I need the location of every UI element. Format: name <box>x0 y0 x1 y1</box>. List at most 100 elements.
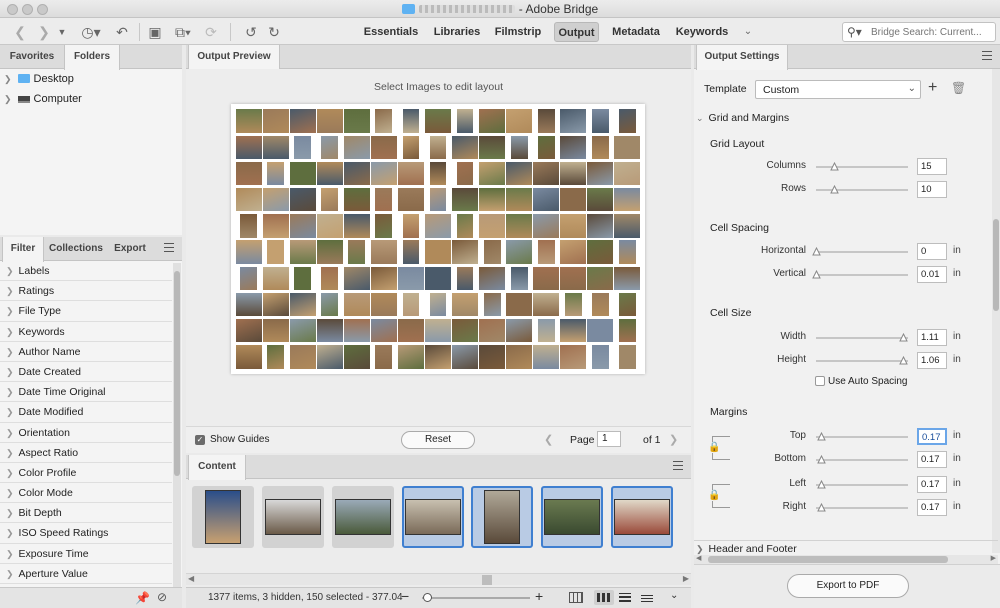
chevron-right-icon[interactable]: ❯ <box>4 74 12 84</box>
filter-item[interactable]: ❯ Author Name <box>0 342 172 362</box>
scroll-left-icon[interactable]: ◀ <box>696 554 701 562</box>
add-template-icon[interactable]: + <box>928 79 937 97</box>
filter-item[interactable]: ❯ Orientation <box>0 423 172 443</box>
search-box[interactable]: ⚲▾ <box>842 22 996 42</box>
filter-item[interactable]: ❯ Labels <box>0 261 172 282</box>
more-workspaces-chevron-icon[interactable]: ⌄ <box>740 22 756 42</box>
tab-export[interactable]: Export <box>108 237 152 261</box>
top-input[interactable]: 0.17 <box>917 428 947 445</box>
tree-item-desktop[interactable]: ❯ Desktop <box>4 73 74 85</box>
settings-scrollbar[interactable] <box>992 69 1000 553</box>
left-slider-knob[interactable] <box>816 479 826 489</box>
delete-template-icon[interactable]: 🗑 <box>951 81 966 95</box>
chevron-down-icon[interactable]: ▼ <box>56 22 68 42</box>
content-thumbnail[interactable] <box>262 486 324 548</box>
filter-item[interactable]: ❯ ISO Speed Ratings <box>0 523 172 544</box>
clear-filter-icon[interactable]: ⊘ <box>157 590 167 604</box>
refine-icon[interactable]: ⧉▾ <box>170 22 196 42</box>
horizontal-slider-knob[interactable] <box>812 246 821 256</box>
reset-button[interactable]: Reset <box>401 431 475 449</box>
rows-input[interactable]: 10 <box>917 181 947 198</box>
rows-slider-knob[interactable] <box>830 184 840 194</box>
forward-arrow-icon[interactable]: ❯ <box>36 22 52 42</box>
tab-collections[interactable]: Collections <box>46 237 106 261</box>
back-arrow-icon[interactable]: ❮ <box>12 22 28 42</box>
content-thumbnail[interactable] <box>471 486 533 548</box>
recent-history-icon[interactable]: ◷▾ <box>78 22 104 42</box>
tab-filter[interactable]: Filter <box>2 237 44 262</box>
panel-menu-icon[interactable] <box>982 51 992 60</box>
columns-input[interactable]: 15 <box>917 158 947 175</box>
tab-folders[interactable]: Folders <box>64 45 120 70</box>
settings-scrollbar-thumb[interactable] <box>993 219 999 311</box>
right-slider-knob[interactable] <box>816 502 826 512</box>
camera-icon[interactable]: ▣ <box>147 22 163 42</box>
filter-item[interactable]: ❯ Ratings <box>0 281 172 302</box>
content-thumbnail[interactable] <box>611 486 673 548</box>
slider-knob[interactable] <box>423 593 432 602</box>
right-input[interactable]: 0.17 <box>917 499 947 516</box>
lock-icon[interactable]: 🔒 <box>708 442 721 453</box>
height-slider[interactable] <box>816 360 908 362</box>
thumbnail-size-slider[interactable] <box>422 593 530 602</box>
filter-item[interactable]: ❯ Bit Depth <box>0 503 172 524</box>
filter-scrollbar-thumb[interactable] <box>174 271 180 476</box>
settings-hscrollbar-thumb[interactable] <box>708 556 948 563</box>
show-guides-checkbox[interactable]: ✓ <box>195 435 205 445</box>
vertical-slider[interactable] <box>816 274 908 276</box>
chevron-down-icon[interactable]: ⌄ <box>670 590 678 601</box>
filter-item[interactable]: ❯ Date Modified <box>0 402 172 423</box>
next-page-icon[interactable]: ❯ <box>669 433 678 446</box>
top-slider[interactable] <box>816 436 908 438</box>
vertical-slider-knob[interactable] <box>812 269 821 279</box>
details-view-icon[interactable] <box>619 593 631 602</box>
tab-output-preview[interactable]: Output Preview <box>188 45 280 70</box>
zoom-out-icon[interactable]: − <box>401 588 409 604</box>
width-slider[interactable] <box>816 337 908 339</box>
section-grid-and-margins[interactable]: ⌄ Grid and Margins <box>696 112 789 124</box>
filter-item[interactable]: ❯ File Type <box>0 301 172 322</box>
section-header-and-footer[interactable]: ❯ Header and Footer <box>696 543 797 555</box>
filter-item[interactable]: ❯ Date Time Original <box>0 382 172 403</box>
width-slider-knob[interactable] <box>899 332 909 342</box>
filter-item[interactable]: ❯ Aperture Value <box>0 564 172 584</box>
prev-page-icon[interactable]: ❮ <box>544 433 553 446</box>
scroll-right-icon[interactable]: ▶ <box>683 574 689 583</box>
filter-scrollbar[interactable] <box>173 263 181 587</box>
vertical-input[interactable]: 0.01 <box>917 266 947 283</box>
settings-hscrollbar[interactable]: ◀ ▶ <box>694 555 998 564</box>
scroll-left-icon[interactable]: ◀ <box>188 574 194 583</box>
content-thumbnail[interactable] <box>192 486 254 548</box>
bottom-input[interactable]: 0.17 <box>917 451 947 468</box>
pin-icon[interactable]: 📌 <box>135 591 150 605</box>
search-input[interactable] <box>871 25 993 39</box>
tab-keywords[interactable]: Keywords <box>673 22 731 42</box>
left-input[interactable]: 0.17 <box>917 476 947 493</box>
content-thumbnail[interactable] <box>402 486 464 548</box>
zoom-in-icon[interactable]: + <box>535 588 543 604</box>
bottom-slider[interactable] <box>816 459 908 461</box>
content-thumbnail[interactable] <box>332 486 394 548</box>
filter-item[interactable]: ❯ Keywords <box>0 322 172 342</box>
auto-spacing-checkbox[interactable] <box>815 376 825 386</box>
thumbnail-view-active[interactable] <box>594 590 614 605</box>
horizontal-slider[interactable] <box>816 251 908 253</box>
tree-item-computer[interactable]: ❯ Computer <box>4 93 82 105</box>
scroll-right-icon[interactable]: ▶ <box>991 554 996 562</box>
rotate-right-icon[interactable]: ↻ <box>266 22 282 42</box>
contact-sheet-preview[interactable] <box>231 104 645 374</box>
width-input[interactable]: 1.11 <box>917 329 947 346</box>
grid-view-icon[interactable] <box>569 592 583 603</box>
rotate-left-icon[interactable]: ↺ <box>243 22 259 42</box>
tab-content[interactable]: Content <box>188 455 246 480</box>
filter-item[interactable]: ❯ Date Created <box>0 362 172 383</box>
rotate-sync-icon[interactable]: ⟳ <box>203 22 219 42</box>
tab-output[interactable]: Output <box>554 22 599 42</box>
content-thumbnail[interactable] <box>541 486 603 548</box>
tab-metadata[interactable]: Metadata <box>608 22 664 42</box>
right-slider[interactable] <box>816 507 908 509</box>
height-slider-knob[interactable] <box>899 355 909 365</box>
bottom-slider-knob[interactable] <box>816 454 826 464</box>
columns-slider-knob[interactable] <box>830 161 840 171</box>
page-input[interactable]: 1 <box>597 431 621 447</box>
